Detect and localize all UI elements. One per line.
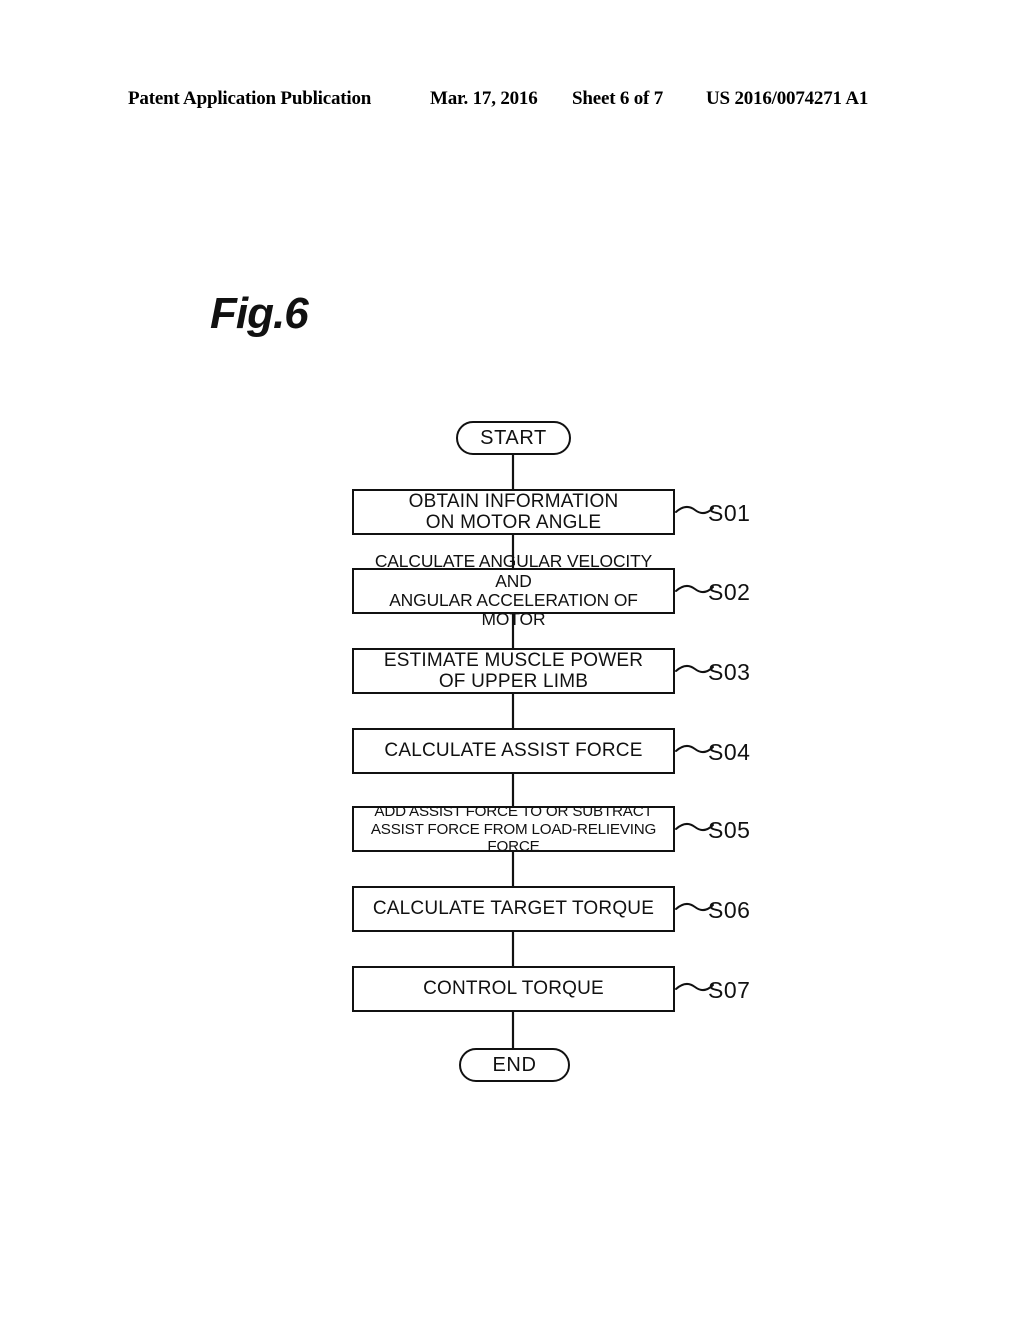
s02-text: CALCULATE ANGULAR VELOCITY AND ANGULAR A… [374,551,653,630]
step-label-s01: S01 [708,500,751,526]
s05-text: ADD ASSIST FORCE TO OR SUBTRACT ASSIST F… [370,803,657,855]
step-label-s06: S06 [708,897,751,923]
s06-text: CALCULATE TARGET TORQUE [372,898,655,920]
flowchart-node-s07: CONTROL TORQUE [352,966,675,1012]
s07-text: CONTROL TORQUE [423,978,604,1000]
s03-text: ESTIMATE MUSCLE POWER OF UPPER LIMB [383,649,644,692]
flowchart: START OBTAIN INFORMATION ON MOTOR ANGLE … [0,0,1024,1320]
flowchart-node-s03: ESTIMATE MUSCLE POWER OF UPPER LIMB [352,648,675,694]
flowchart-node-end: END [459,1048,570,1082]
flowchart-node-s01: OBTAIN INFORMATION ON MOTOR ANGLE [352,489,675,535]
end-label: END [492,1053,537,1076]
start-label: START [480,426,547,449]
s01-text: OBTAIN INFORMATION ON MOTOR ANGLE [408,490,619,533]
step-label-s04: S04 [708,739,751,765]
step-label-s02: S02 [708,579,751,605]
flowchart-node-s02: CALCULATE ANGULAR VELOCITY AND ANGULAR A… [352,551,675,629]
flowchart-node-s06: CALCULATE TARGET TORQUE [352,886,675,932]
step-label-s07: S07 [708,977,751,1003]
s04-text: CALCULATE ASSIST FORCE [384,740,643,762]
flowchart-node-s04: CALCULATE ASSIST FORCE [352,728,675,774]
step-label-s03: S03 [708,659,751,685]
step-label-s05: S05 [708,817,751,843]
flowchart-node-s05: ADD ASSIST FORCE TO OR SUBTRACT ASSIST F… [352,803,675,855]
flowchart-node-start: START [456,421,571,455]
